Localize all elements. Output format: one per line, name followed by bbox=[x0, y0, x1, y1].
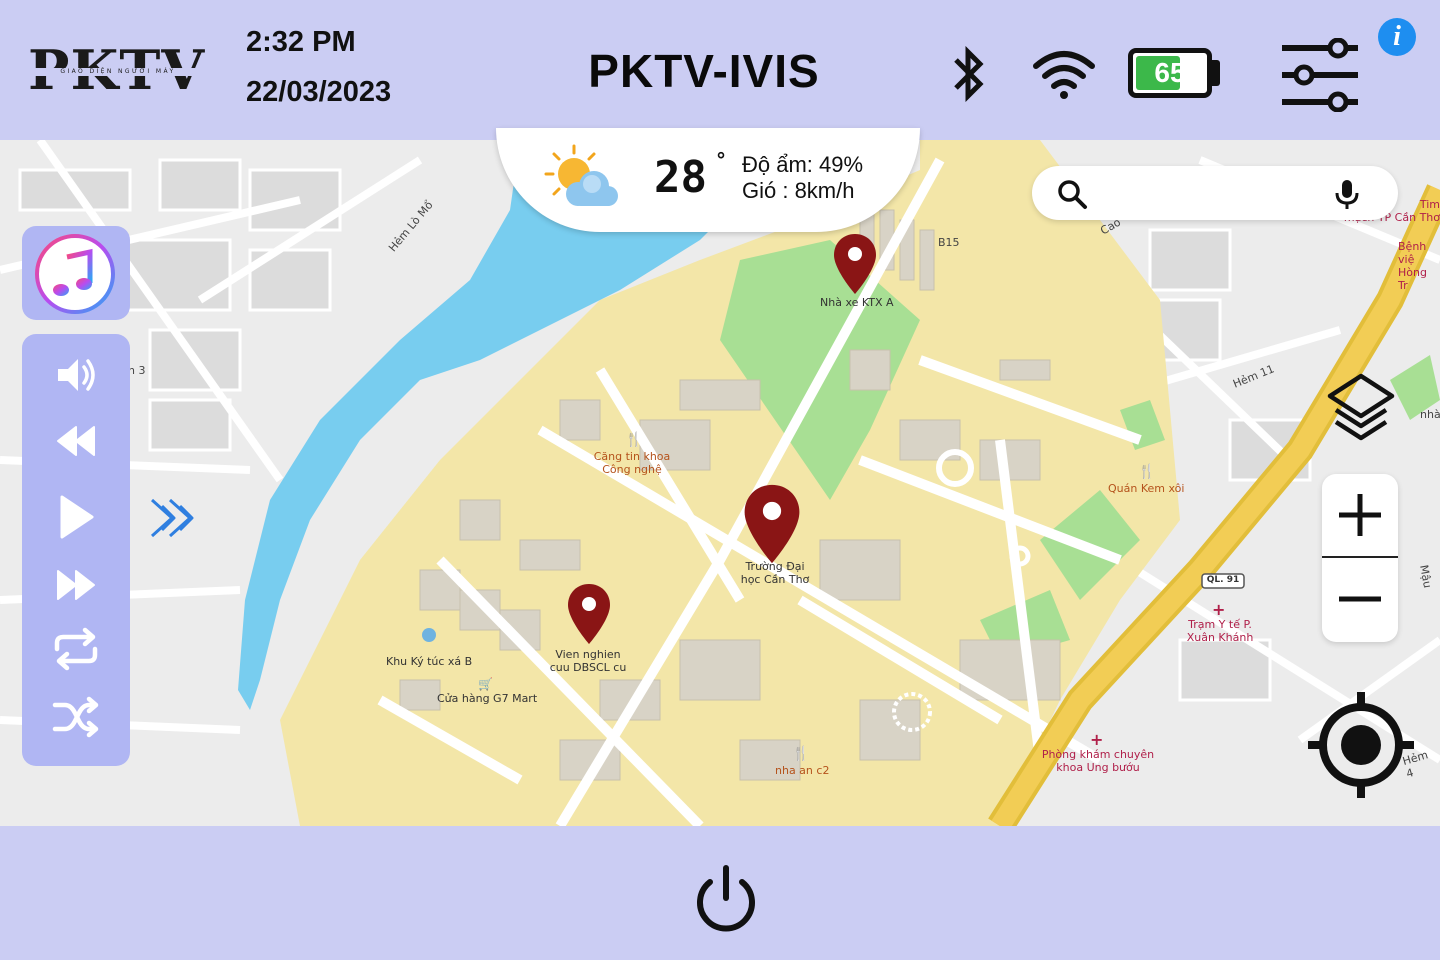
battery-cap bbox=[1212, 60, 1220, 86]
zoom-out-button[interactable] bbox=[1322, 558, 1398, 640]
zoom-in-button[interactable] bbox=[1322, 474, 1398, 556]
restaurant-icon: 🍴 bbox=[625, 432, 643, 448]
place-label-oncology[interactable]: Phòng khám chuyên khoa Ung bướu bbox=[1040, 748, 1156, 774]
wifi-icon[interactable] bbox=[1032, 48, 1096, 100]
place-label-nha-an-c2[interactable]: nha an c2 bbox=[775, 764, 829, 777]
shop-cart-icon: 🛒 bbox=[478, 677, 493, 691]
power-icon[interactable] bbox=[690, 864, 762, 936]
settings-sliders-icon[interactable] bbox=[1280, 38, 1360, 112]
clock-time: 2:32 PM bbox=[246, 26, 356, 58]
place-label-hospital[interactable]: Bệnh việ Hòng Tr bbox=[1398, 240, 1440, 292]
map-pin-ktx-a[interactable] bbox=[832, 232, 878, 296]
place-label-dbscl[interactable]: Vien nghien cuu DBSCL cu bbox=[548, 648, 628, 674]
play-icon bbox=[60, 495, 94, 539]
humidity-text: Độ ẩm: 49% bbox=[742, 152, 864, 177]
double-chevron-right-icon[interactable] bbox=[148, 496, 202, 540]
dorm-icon bbox=[422, 628, 436, 642]
rewind-button[interactable] bbox=[46, 416, 106, 466]
street-label-b15: B15 bbox=[938, 236, 960, 249]
app-title: PKTV-IVIS bbox=[588, 45, 820, 97]
zoom-controls bbox=[1322, 474, 1398, 642]
fast-forward-icon bbox=[57, 570, 95, 600]
bluetooth-icon[interactable] bbox=[944, 46, 992, 102]
bottom-bar bbox=[0, 826, 1440, 960]
place-label-dorm-b[interactable]: Khu Ký túc xá B bbox=[386, 655, 472, 668]
locate-icon[interactable] bbox=[1306, 690, 1416, 800]
map-view[interactable]: Nhà xe KTX A Trường Đại học Cần Thơ Vien… bbox=[0, 140, 1440, 826]
place-label-g7-mart[interactable]: Cửa hàng G7 Mart bbox=[437, 692, 537, 705]
microphone-icon[interactable] bbox=[1334, 178, 1360, 210]
top-bar: PKTV GIAO DIỆN NGƯỜI MÁY 2:32 PM 22/03/2… bbox=[0, 0, 1440, 140]
zoom-out-icon bbox=[1339, 596, 1381, 602]
medical-cross-icon: + bbox=[1212, 600, 1226, 619]
fast-forward-button[interactable] bbox=[46, 560, 106, 610]
place-label-tram-y-te[interactable]: Trạm Y tế P. Xuân Khánh bbox=[1185, 618, 1255, 644]
media-controls-panel bbox=[22, 334, 130, 766]
restaurant-icon: 🍴 bbox=[792, 746, 810, 762]
info-icon[interactable]: i bbox=[1378, 18, 1416, 56]
pktv-logo: PKTV GIAO DIỆN NGƯỜI MÁY bbox=[28, 38, 204, 102]
street-label-ql91: QL. 91 bbox=[1206, 575, 1240, 585]
map-canvas[interactable] bbox=[0, 140, 1440, 826]
place-label-canteen[interactable]: Căng tin khoa Công nghệ bbox=[590, 450, 674, 476]
place-label-quan-kem[interactable]: Quán Kem xôi bbox=[1108, 482, 1184, 495]
partly-cloudy-sun-icon bbox=[544, 144, 618, 206]
music-app-button[interactable] bbox=[22, 226, 130, 320]
volume-icon bbox=[58, 359, 95, 391]
battery-level: 65 bbox=[1154, 57, 1186, 88]
layers-icon[interactable] bbox=[1326, 372, 1396, 442]
battery-icon: 65 bbox=[1128, 48, 1212, 98]
map-search-bar[interactable] bbox=[1032, 166, 1398, 220]
medical-cross-icon: + bbox=[1090, 730, 1104, 749]
volume-button[interactable] bbox=[46, 350, 106, 400]
weather-widget[interactable]: 28 ° Độ ẩm: 49% Gió : 8km/h bbox=[496, 128, 920, 232]
search-input[interactable] bbox=[1092, 176, 1336, 212]
street-label-n3: n 3 bbox=[128, 364, 146, 377]
repeat-icon bbox=[54, 627, 98, 671]
restaurant-icon: 🍴 bbox=[1138, 464, 1156, 480]
play-button[interactable] bbox=[46, 492, 106, 542]
search-icon[interactable] bbox=[1056, 178, 1088, 210]
shuffle-button[interactable] bbox=[46, 692, 106, 742]
place-label-ktx-a[interactable]: Nhà xe KTX A bbox=[820, 296, 894, 309]
music-note-icon bbox=[35, 234, 115, 314]
rewind-icon bbox=[57, 426, 95, 456]
street-label-nha: nhà bbox=[1420, 408, 1440, 421]
wind-text: Gió : 8km/h bbox=[742, 178, 855, 203]
shuffle-icon bbox=[52, 696, 99, 738]
logo-subtitle: GIAO DIỆN NGƯỜI MÁY bbox=[34, 68, 202, 76]
temperature-value: 28 bbox=[654, 152, 707, 203]
map-pin-can-tho-university[interactable] bbox=[742, 482, 802, 566]
clock-date: 22/03/2023 bbox=[246, 76, 392, 108]
map-pin-dbscl[interactable] bbox=[566, 582, 612, 646]
zoom-in-icon bbox=[1339, 494, 1381, 536]
temperature-degree: ° bbox=[716, 148, 726, 172]
repeat-button[interactable] bbox=[46, 624, 106, 674]
